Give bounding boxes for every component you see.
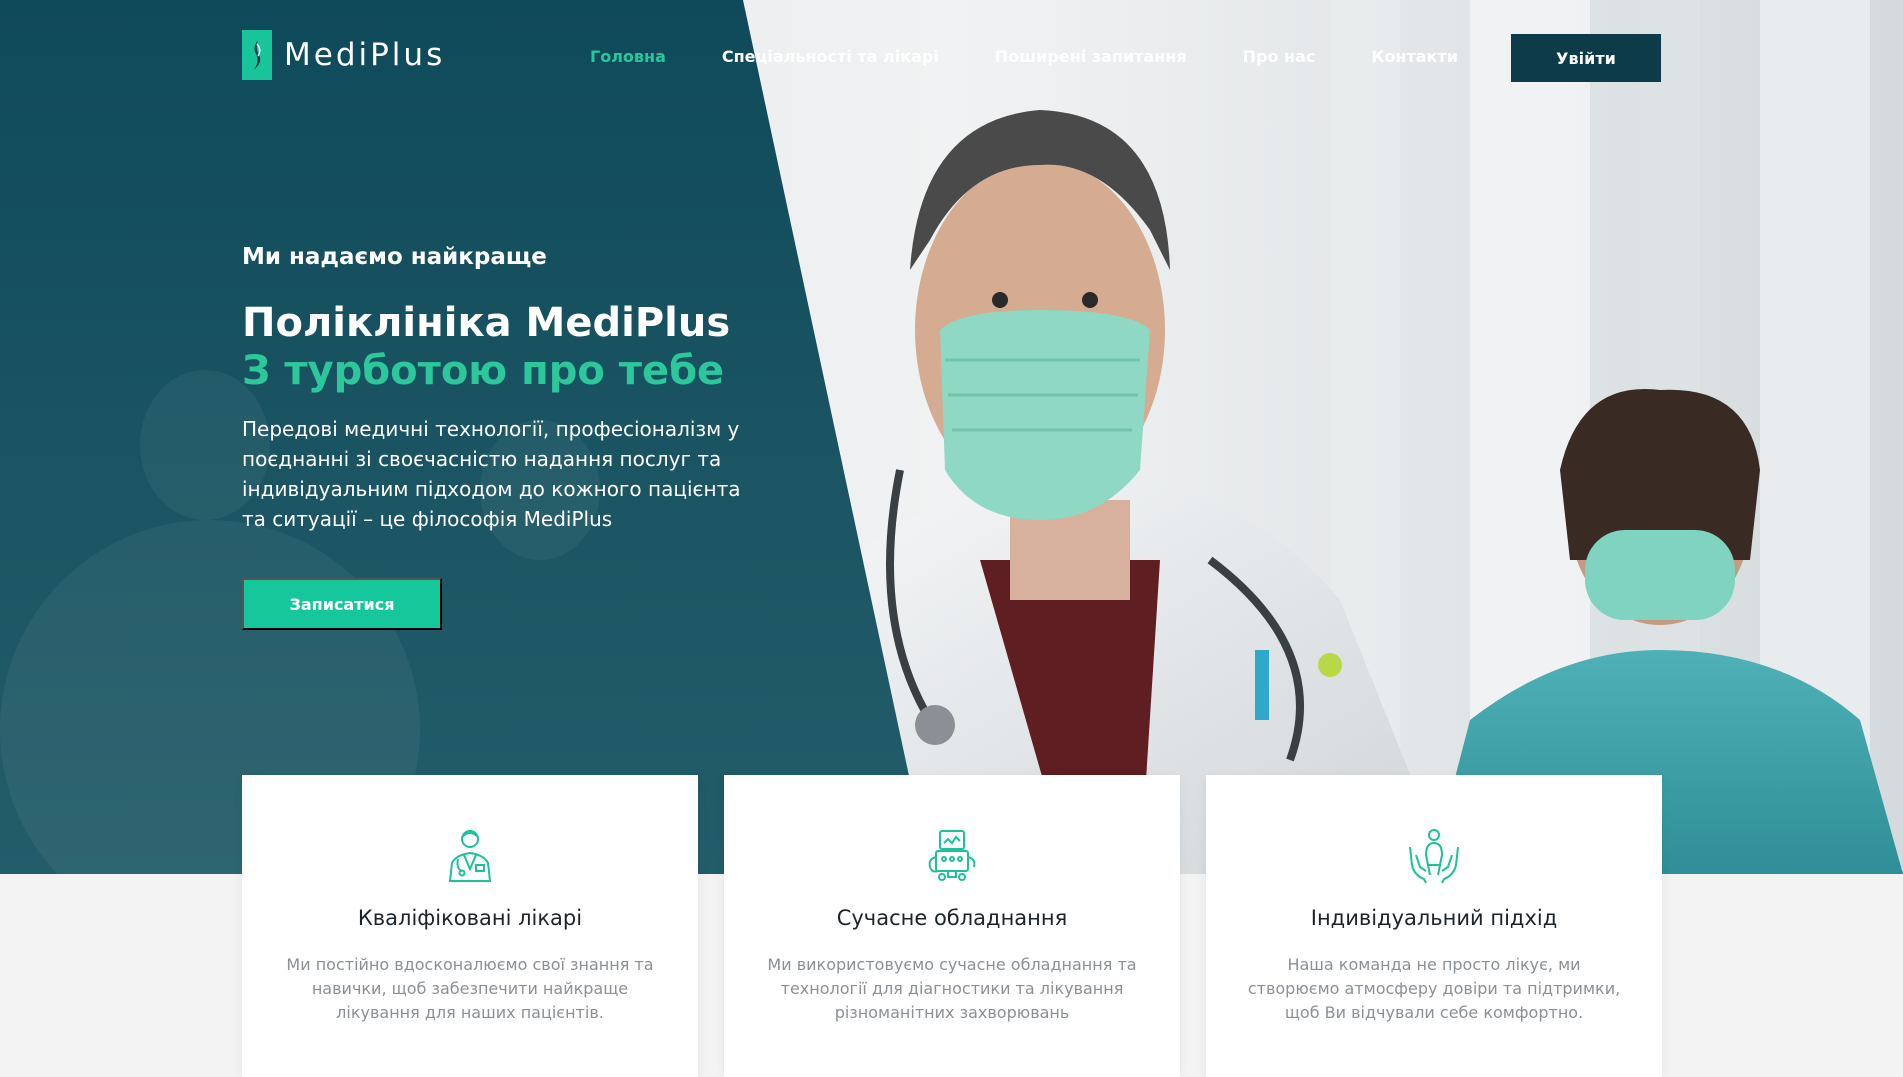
feature-card-individual: Індивідуальний підхід Наша команда не пр… (1206, 775, 1662, 1077)
medical-equipment-icon (928, 830, 976, 881)
nav-item-contacts[interactable]: Контакти (1371, 47, 1458, 66)
login-button[interactable]: Увійти (1511, 34, 1661, 82)
nav-item-specialties[interactable]: Спеціальності та лікарі (722, 47, 939, 66)
feature-text: Наша команда не просто лікує, ми створює… (1247, 955, 1621, 1022)
feature-text: Ми використовуємо сучасне обладнання та … (767, 955, 1137, 1022)
hero-description: Передові медичні технології, професіонал… (242, 417, 741, 531)
features-row: Кваліфіковані лікарі Ми постійно вдоскон… (242, 775, 1688, 1077)
brand-logo[interactable]: MediPlus (242, 30, 445, 80)
top-navigation: MediPlus Головна Спеціальності та лікарі… (0, 0, 1903, 116)
feature-title: Індивідуальний підхід (1310, 906, 1558, 930)
feature-title: Сучасне обладнання (836, 906, 1068, 930)
hero-subtitle: З турботою про тебе (242, 348, 725, 394)
hero-eyebrow: Ми надаємо найкраще (242, 244, 547, 270)
feature-card-doctors: Кваліфіковані лікарі Ми постійно вдоскон… (242, 775, 698, 1077)
feature-title: Кваліфіковані лікарі (357, 906, 583, 930)
brand-name: MediPlus (284, 37, 446, 73)
nav-item-faq[interactable]: Поширені запитання (995, 47, 1187, 66)
nav-item-about[interactable]: Про нас (1243, 47, 1316, 66)
hero-title: Поліклініка MediPlus (242, 300, 731, 346)
doctor-icon (448, 830, 492, 882)
main-menu: Головна Спеціальності та лікарі Поширені… (590, 47, 1514, 66)
care-hands-icon (1409, 829, 1459, 884)
feature-text: Ми постійно вдосконалюємо свої знання та… (286, 955, 654, 1022)
book-appointment-button[interactable]: Записатися (242, 578, 442, 630)
feature-card-equipment: Сучасне обладнання Ми використовуємо суч… (724, 775, 1180, 1077)
nav-item-home[interactable]: Головна (590, 47, 666, 66)
logo-mark-icon (242, 30, 272, 80)
